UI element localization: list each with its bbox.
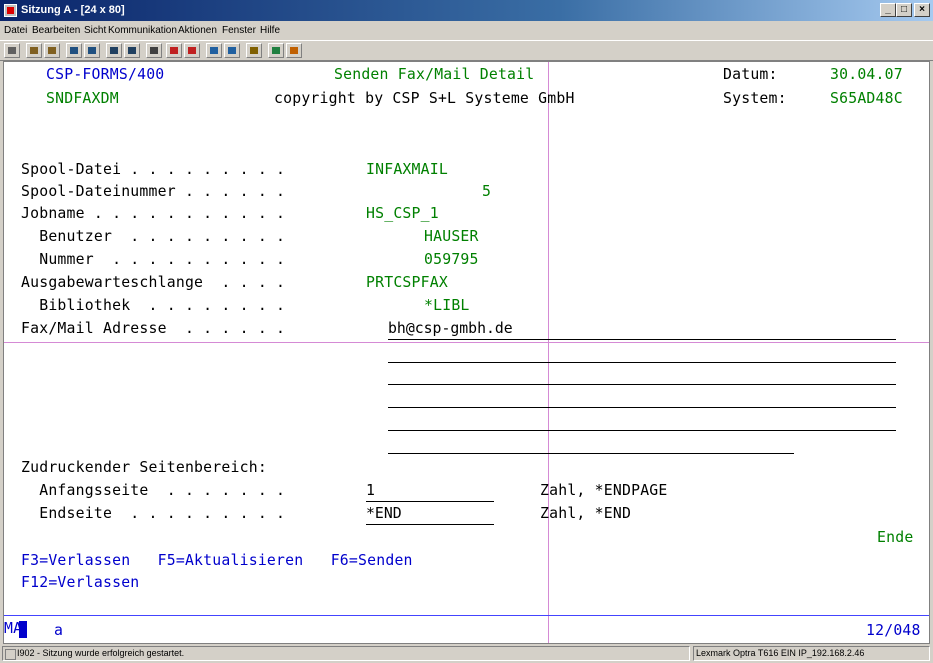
window-title: Sitzung A - [24 x 80] bbox=[21, 4, 125, 16]
address-label: Fax/Mail Adresse . . . . . . bbox=[21, 320, 286, 337]
toolbar bbox=[0, 40, 933, 61]
edit-icon[interactable] bbox=[286, 43, 302, 58]
date-value: 30.04.07 bbox=[830, 66, 903, 83]
address-input-4[interactable] bbox=[388, 407, 896, 408]
end-page-label: Endseite . . . . . . . . . bbox=[21, 505, 286, 522]
address-input-6[interactable] bbox=[388, 453, 794, 454]
start-page-label: Anfangsseite . . . . . . . bbox=[21, 482, 286, 499]
globe-icon[interactable] bbox=[268, 43, 284, 58]
screen-title: Senden Fax/Mail Detail bbox=[334, 66, 535, 83]
page-range-heading: Zudruckender Seitenbereich: bbox=[21, 459, 267, 476]
function-keys-line1[interactable]: F3=Verlassen F5=Aktualisieren F6=Senden bbox=[21, 551, 413, 571]
app-name: CSP-FORMS/400 bbox=[46, 66, 165, 83]
operator-info-area: MA a 12/048 bbox=[4, 615, 929, 643]
copy-icon[interactable] bbox=[26, 43, 42, 58]
library-label: Bibliothek . . . . . . . . bbox=[21, 297, 286, 314]
outq-value: PRTCSPFAX bbox=[366, 274, 448, 291]
spool-file-label: Spool-Datei . . . . . . . . . bbox=[21, 161, 286, 178]
function-keys-line2[interactable]: F12=Verlassen bbox=[21, 573, 139, 593]
cursor-block bbox=[19, 621, 27, 638]
status-message: I902 - Sitzung wurde erfolgreich gestart… bbox=[2, 646, 690, 661]
system-value: S65AD48C bbox=[830, 90, 903, 107]
transfer-down-icon[interactable] bbox=[224, 43, 240, 58]
display-icon[interactable] bbox=[4, 43, 20, 58]
status-bar: I902 - Sitzung wurde erfolgreich gestart… bbox=[0, 645, 933, 663]
job-number-value: 059795 bbox=[424, 251, 479, 268]
menu-datei[interactable]: Datei bbox=[4, 25, 27, 36]
oia-input: a bbox=[54, 622, 64, 639]
menu-kommunikation[interactable]: Kommunikation bbox=[108, 25, 177, 36]
menu-bearbeiten[interactable]: Bearbeiten bbox=[32, 25, 80, 36]
user-value: HAUSER bbox=[424, 228, 479, 245]
address-input-2[interactable] bbox=[388, 362, 896, 363]
title-bar[interactable]: Sitzung A - [24 x 80] _ □ × bbox=[0, 0, 933, 21]
date-label: Datum: bbox=[723, 66, 778, 83]
program-name: SNDFAXDM bbox=[46, 90, 119, 107]
job-number-label: Nummer . . . . . . . . . . bbox=[21, 251, 286, 268]
menu-hilfe[interactable]: Hilfe bbox=[260, 25, 280, 36]
spool-number-label: Spool-Dateinummer . . . . . . bbox=[21, 183, 286, 200]
menu-sicht[interactable]: Sicht bbox=[84, 25, 106, 36]
spool-file-value: INFAXMAIL bbox=[366, 161, 448, 178]
address-input-5[interactable] bbox=[388, 430, 896, 431]
terminal-screen[interactable]: CSP-FORMS/400 Senden Fax/Mail Detail Dat… bbox=[3, 61, 930, 644]
maximize-button[interactable]: □ bbox=[896, 3, 912, 17]
system-label: System: bbox=[723, 90, 787, 107]
minimize-button[interactable]: _ bbox=[880, 3, 896, 17]
macro-icon[interactable] bbox=[106, 43, 122, 58]
end-page-input[interactable]: *END bbox=[366, 504, 494, 525]
crosshair-vertical bbox=[548, 62, 549, 643]
address-input-3[interactable] bbox=[388, 384, 896, 385]
print-icon[interactable] bbox=[166, 43, 182, 58]
address-input-1[interactable]: bh@csp-gmbh.de bbox=[388, 319, 896, 340]
jobname-value: HS_CSP_1 bbox=[366, 205, 439, 222]
record-icon[interactable] bbox=[124, 43, 140, 58]
receive-icon[interactable] bbox=[84, 43, 100, 58]
print-screen-icon[interactable] bbox=[184, 43, 200, 58]
more-indicator: Ende bbox=[877, 529, 914, 546]
cursor-position: 12/048 bbox=[866, 622, 921, 639]
menu-aktionen[interactable]: Aktionen bbox=[178, 25, 217, 36]
paste-icon[interactable] bbox=[44, 43, 60, 58]
menu-bar: Datei Bearbeiten Sicht Kommunikation Akt… bbox=[0, 21, 933, 39]
app-icon[interactable] bbox=[4, 4, 17, 17]
jobname-label: Jobname . . . . . . . . . . . bbox=[21, 205, 286, 222]
crosshair-horizontal bbox=[4, 342, 929, 343]
library-value: *LIBL bbox=[424, 297, 470, 314]
start-page-hint: Zahl, *ENDPAGE bbox=[540, 482, 668, 499]
close-button[interactable]: × bbox=[914, 3, 930, 17]
end-page-hint: Zahl, *END bbox=[540, 505, 632, 522]
send-icon[interactable] bbox=[66, 43, 82, 58]
play-icon[interactable] bbox=[146, 43, 162, 58]
transfer-up-icon[interactable] bbox=[206, 43, 222, 58]
printer-status: Lexmark Optra T616 EIN IP_192.168.2.46 bbox=[693, 646, 930, 661]
spool-number-value: 5 bbox=[482, 183, 492, 200]
user-label: Benutzer . . . . . . . . . bbox=[21, 228, 286, 245]
copyright-text: copyright by CSP S+L Systeme GmbH bbox=[274, 90, 575, 107]
menu-fenster[interactable]: Fenster bbox=[222, 25, 256, 36]
clipboard-icon[interactable] bbox=[246, 43, 262, 58]
start-page-input[interactable]: 1 bbox=[366, 481, 494, 502]
outq-label: Ausgabewarteschlange . . . . bbox=[21, 274, 286, 291]
